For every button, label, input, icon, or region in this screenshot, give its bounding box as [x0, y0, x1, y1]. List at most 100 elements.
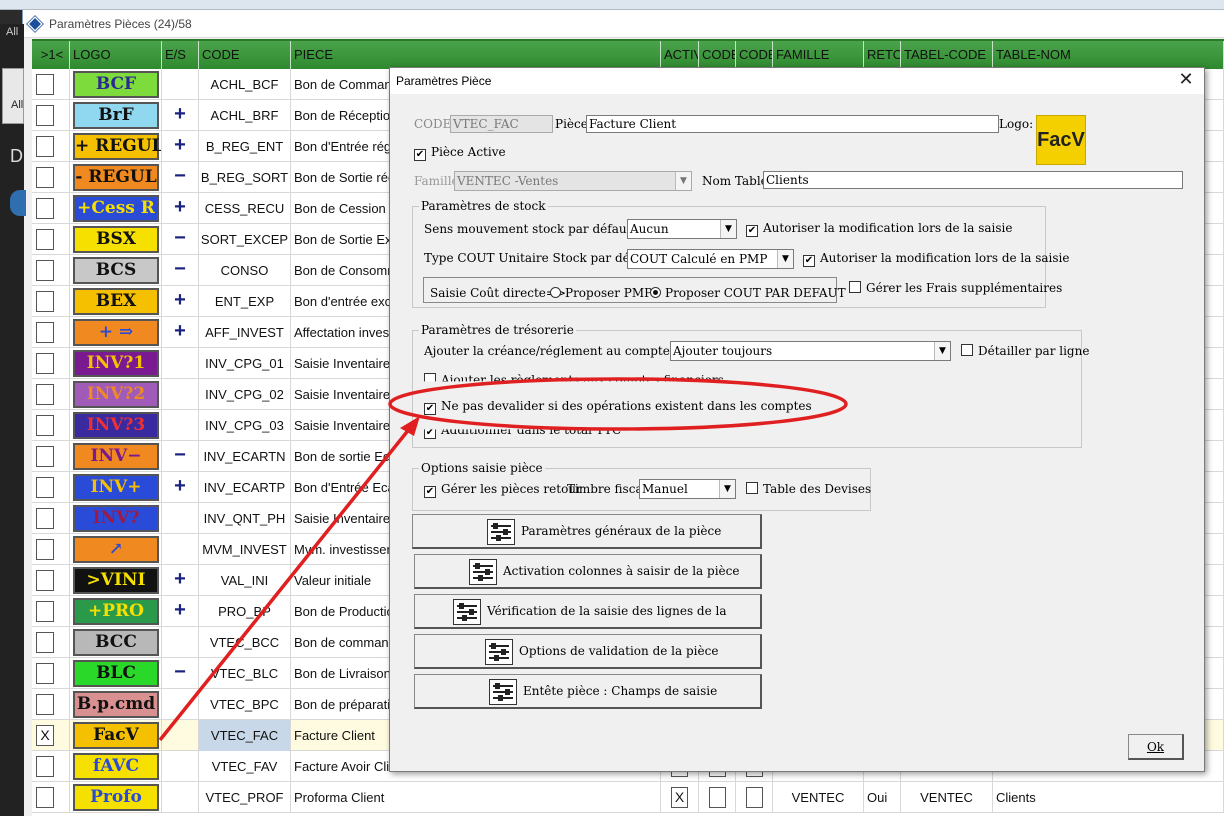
row-select-checkbox[interactable]	[36, 353, 54, 374]
tabel-code-cell[interactable]: VENTEC	[901, 782, 993, 813]
table-nom-cell[interactable]: Clients	[993, 782, 1224, 813]
code-cell[interactable]: ACHL_BCF	[199, 69, 291, 100]
code-cell[interactable]: INV_ECARTN	[199, 441, 291, 472]
code1-checkbox[interactable]	[709, 787, 726, 808]
col-code[interactable]: CODE	[199, 41, 291, 71]
row-select-cell[interactable]	[32, 503, 70, 534]
code-cell[interactable]: PRO_BP	[199, 596, 291, 627]
left-strip-button[interactable]: All	[2, 68, 24, 124]
table-row[interactable]: Profo VTEC_PROF Proforma Client X VENTEC Oui V…	[32, 782, 1224, 813]
nom-table-field[interactable]: Clients	[763, 171, 1183, 189]
piece-active-checkbox[interactable]: ✔ Pièce Active	[414, 145, 506, 161]
row-select-checkbox[interactable]	[36, 229, 54, 250]
timbre-select[interactable]: Manuel ▼	[639, 479, 736, 499]
entete-piece-button[interactable]: Entête pièce : Champs de saisie	[414, 674, 762, 709]
row-select-cell[interactable]	[32, 689, 70, 720]
code-cell[interactable]: CESS_RECU	[199, 193, 291, 224]
code1-cell[interactable]	[699, 782, 736, 813]
row-select-checkbox[interactable]	[36, 477, 54, 498]
code-cell[interactable]: VTEC_BPC	[199, 689, 291, 720]
code-cell[interactable]: MVM_INVEST	[199, 534, 291, 565]
row-select-checkbox[interactable]	[36, 508, 54, 529]
row-select-cell[interactable]	[32, 472, 70, 503]
verification-saisie-button[interactable]: Vérification de la saisie des lignes de …	[414, 594, 762, 651]
code-cell[interactable]: VAL_INI	[199, 565, 291, 596]
row-select-checkbox[interactable]	[36, 570, 54, 591]
row-select-cell[interactable]	[32, 410, 70, 441]
autoriser1-checkbox[interactable]: ✔ Autoriser la modification lors de la sa…	[746, 221, 1013, 237]
code-cell[interactable]: VTEC_PROF	[199, 782, 291, 813]
row-select-cell[interactable]	[32, 162, 70, 193]
row-select-cell[interactable]	[32, 534, 70, 565]
activ-cell[interactable]: X	[661, 782, 699, 813]
col-es[interactable]: E/S	[162, 41, 199, 71]
row-select-cell[interactable]	[32, 224, 70, 255]
piece-field[interactable]: Facture Client	[586, 115, 999, 133]
code-cell[interactable]: INV_CPG_03	[199, 410, 291, 441]
row-select-cell[interactable]: X	[32, 720, 70, 751]
code-cell[interactable]: VTEC_FAV	[199, 751, 291, 782]
famille-cell[interactable]: VENTEC	[773, 782, 864, 813]
row-select-checkbox[interactable]	[36, 291, 54, 312]
code-cell[interactable]: AFF_INVEST	[199, 317, 291, 348]
row-select-checkbox[interactable]	[36, 787, 54, 808]
row-select-checkbox[interactable]	[36, 322, 54, 343]
close-icon[interactable]: ✕	[1176, 68, 1196, 94]
proposer-pmp-radio[interactable]: Proposer PMP	[550, 286, 652, 300]
autoriser2-checkbox[interactable]: ✔ Autoriser la modification lors de la sa…	[803, 251, 1070, 267]
row-select-cell[interactable]	[32, 441, 70, 472]
row-select-cell[interactable]	[32, 627, 70, 658]
type-cout-select[interactable]: COUT Calculé en PMP ▼	[627, 249, 794, 269]
code-cell[interactable]: INV_QNT_PH	[199, 503, 291, 534]
row-select-checkbox[interactable]: X	[36, 725, 54, 746]
parametres-generaux-button[interactable]: Paramètres généraux de la pièce	[412, 514, 762, 549]
sens-select[interactable]: Aucun ▼	[627, 219, 737, 239]
devalider-checkbox[interactable]: ✔ Ne pas devalider si des opérations exis…	[424, 399, 812, 415]
code-cell[interactable]: B_REG_SORT	[199, 162, 291, 193]
row-select-cell[interactable]	[32, 565, 70, 596]
row-select-cell[interactable]	[32, 193, 70, 224]
row-select-checkbox[interactable]	[36, 74, 54, 95]
code-cell[interactable]: SORT_EXCEP	[199, 224, 291, 255]
row-select-checkbox[interactable]	[36, 260, 54, 281]
devises-checkbox[interactable]: Table des Devises	[746, 482, 871, 496]
options-validation-button[interactable]: Options de validation de la pièce	[414, 634, 762, 669]
code2-cell[interactable]	[736, 782, 773, 813]
retour-cell[interactable]: Oui	[864, 782, 901, 813]
frais-checkbox[interactable]: Gérer les Frais supplémentaires	[849, 281, 1062, 295]
row-select-checkbox[interactable]	[36, 446, 54, 467]
row-select-cell[interactable]	[32, 131, 70, 162]
row-select-checkbox[interactable]	[36, 415, 54, 436]
row-select-checkbox[interactable]	[36, 198, 54, 219]
col-sel[interactable]: >1<	[32, 41, 70, 71]
row-select-cell[interactable]	[32, 286, 70, 317]
code-cell[interactable]: B_REG_ENT	[199, 131, 291, 162]
code-cell[interactable]: VTEC_FAC	[199, 720, 291, 751]
row-select-cell[interactable]	[32, 317, 70, 348]
proposer-cout-radio[interactable]: Proposer COUT PAR DEFAUT	[650, 286, 846, 300]
row-select-checkbox[interactable]	[36, 539, 54, 560]
code-cell[interactable]: VTEC_BCC	[199, 627, 291, 658]
detailler-checkbox[interactable]: Détailler par ligne	[961, 344, 1089, 358]
row-select-checkbox[interactable]	[36, 694, 54, 715]
row-select-checkbox[interactable]	[36, 384, 54, 405]
retour-checkbox[interactable]: ✔ Gérer les pièces retour	[424, 482, 582, 498]
row-select-cell[interactable]	[32, 658, 70, 689]
code-cell[interactable]: INV_CPG_01	[199, 348, 291, 379]
row-select-checkbox[interactable]	[36, 167, 54, 188]
row-select-cell[interactable]	[32, 782, 70, 813]
row-select-checkbox[interactable]	[36, 756, 54, 777]
code-cell[interactable]: INV_CPG_02	[199, 379, 291, 410]
code-cell[interactable]: CONSO	[199, 255, 291, 286]
ajouter-select[interactable]: Ajouter toujours ▼	[670, 341, 951, 361]
row-select-cell[interactable]	[32, 100, 70, 131]
row-select-cell[interactable]	[32, 348, 70, 379]
activ-checkbox[interactable]: X	[671, 787, 688, 808]
code-cell[interactable]: ACHL_BRF	[199, 100, 291, 131]
row-select-checkbox[interactable]	[36, 105, 54, 126]
col-logo[interactable]: LOGO	[70, 41, 162, 71]
activation-colonnes-button[interactable]: Activation colonnes à saisir de la pièce	[414, 554, 762, 589]
row-select-checkbox[interactable]	[36, 136, 54, 157]
code-cell[interactable]: INV_ECARTP	[199, 472, 291, 503]
facv-logo[interactable]: FacV	[1036, 115, 1086, 165]
